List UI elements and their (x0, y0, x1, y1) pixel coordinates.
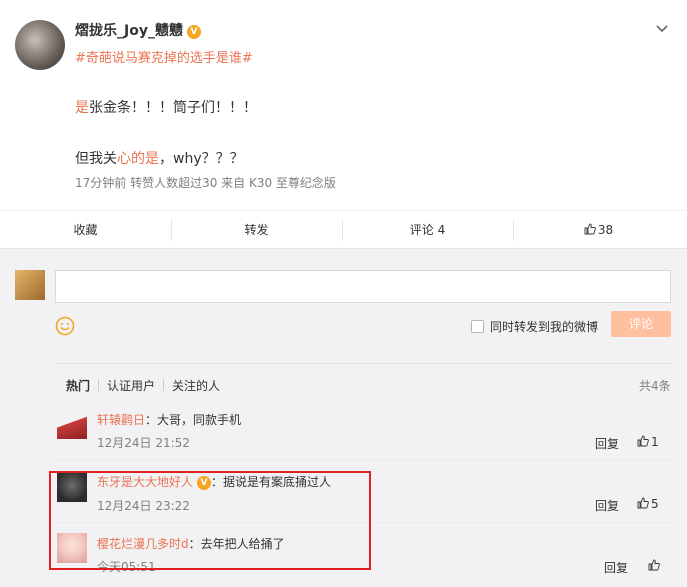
comment-input[interactable] (55, 270, 671, 303)
forward-label: 同时转发到我的微博 (490, 320, 599, 334)
forward-to-my-weibo-checkbox[interactable]: 同时转发到我的微博 (471, 318, 598, 335)
comment-total: 共4条 (639, 379, 671, 393)
comment-like-button[interactable]: 5 (637, 497, 659, 511)
tab-hot[interactable]: 热门 (66, 377, 90, 394)
thumbs-up-icon (637, 497, 649, 509)
topic-link[interactable]: #奇葩说马赛克掉的选手是谁# (75, 47, 253, 66)
author-avatar[interactable] (15, 20, 65, 70)
comment-time: 12月24日 21:52 (97, 436, 190, 450)
comments-divider (55, 363, 671, 364)
comment-like-count: 1 (651, 435, 659, 449)
vip-badge-icon: V (186, 25, 201, 39)
post-text-line-1: 是张金条！！！筒子们！！！ (75, 97, 257, 117)
like-button[interactable]: 38 (513, 211, 684, 249)
favorite-button[interactable]: 收藏 (0, 211, 171, 249)
reply-button[interactable]: 回复 (595, 497, 619, 514)
forward-button[interactable]: 转发 (171, 211, 342, 249)
thumbs-up-icon (637, 435, 649, 447)
post-text-segment: ，why？？？ (159, 151, 244, 167)
author-name-text[interactable]: 熠拢乐_Joy_戆戆 (75, 23, 183, 39)
thumbs-up-icon (648, 559, 660, 571)
comment-text: 轩辕鹳日：大哥，同款手机 (97, 411, 241, 428)
comment-like-button[interactable] (648, 559, 662, 573)
comment-body: ：大哥，同款手机 (145, 413, 242, 427)
post-text-segment: 张金条！！！筒子们！！！ (89, 100, 257, 116)
tab-separator (98, 379, 100, 391)
comment-button[interactable]: 评论 4 (342, 211, 513, 249)
post-meta: 17分钟前 转赞人数超过30 来自 K30 至尊纪念版 (75, 176, 336, 190)
comment-divider (55, 460, 671, 461)
comment-filter-tabs: 热门 认证用户 关注的人 (66, 377, 220, 394)
post-action-bar: 收藏 转发 评论 4 38 (0, 210, 687, 249)
submit-comment-button[interactable]: 评论 (611, 311, 671, 337)
post-text-highlight: 的是 (131, 151, 159, 167)
annotation-highlight-box (49, 471, 371, 570)
checkbox-icon[interactable] (471, 320, 484, 333)
post-text-line-2: 但我关心的是，why？？？ (75, 148, 244, 168)
current-user-avatar (15, 270, 45, 300)
like-count: 38 (597, 223, 614, 237)
tab-verified-users[interactable]: 认证用户 (107, 377, 155, 394)
post-text-highlight: 心 (117, 151, 131, 167)
commenter-name[interactable]: 轩辕鹳日 (97, 413, 145, 427)
reply-button[interactable]: 回复 (595, 435, 619, 452)
tab-following[interactable]: 关注的人 (172, 377, 220, 394)
tab-separator (163, 379, 165, 391)
commenter-avatar[interactable] (57, 409, 87, 439)
reply-button[interactable]: 回复 (604, 559, 628, 576)
author-name[interactable]: 熠拢乐_Joy_戆戆 V (75, 20, 201, 40)
comment-like-count: 5 (651, 497, 659, 511)
emoji-icon[interactable] (55, 316, 75, 336)
chevron-down-icon[interactable] (655, 22, 669, 36)
post-text-highlight: 是 (75, 100, 89, 116)
thumbs-up-icon (584, 223, 596, 235)
weibo-post-card: 熠拢乐_Joy_戆戆 V #奇葩说马赛克掉的选手是谁# 是张金条！！！筒子们！！！… (0, 0, 687, 249)
post-text-segment: 但我关 (75, 151, 117, 167)
comment-like-button[interactable]: 1 (637, 435, 659, 449)
